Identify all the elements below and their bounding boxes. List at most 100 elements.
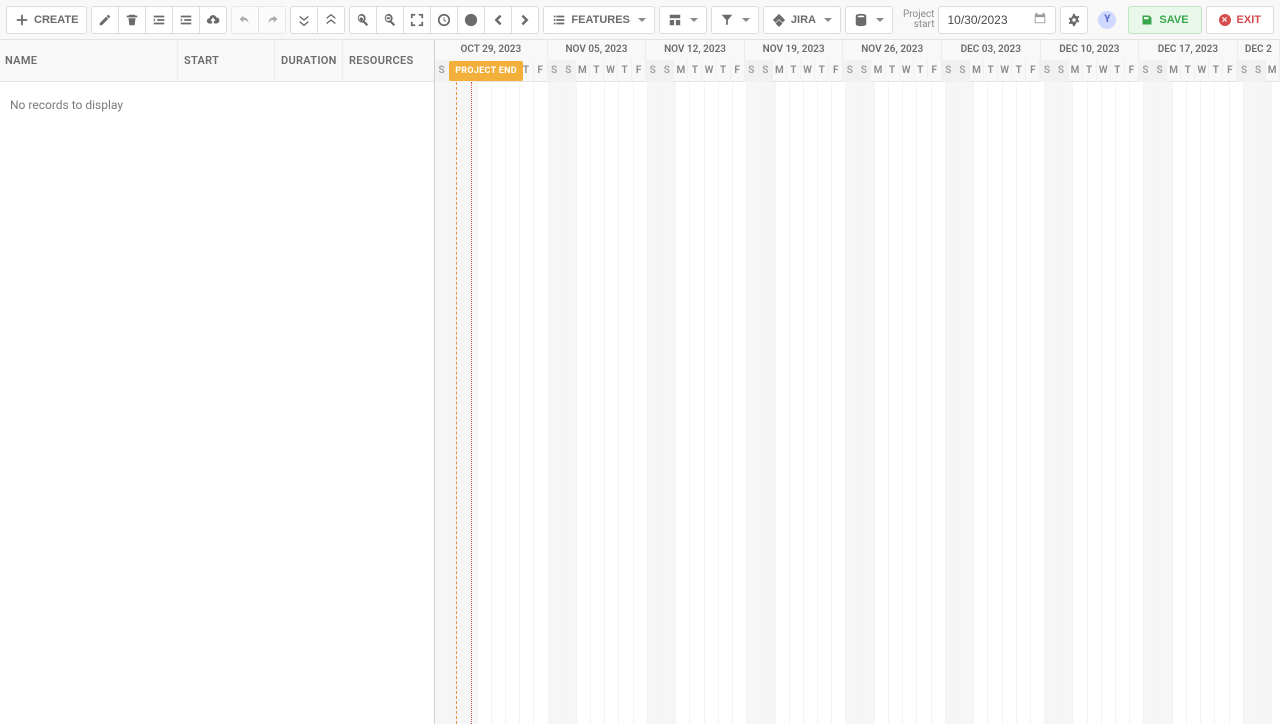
timeline-day-column: [903, 82, 917, 724]
timeline-day-column: [988, 82, 1002, 724]
expand-group: [290, 6, 345, 34]
timeline-body[interactable]: [435, 82, 1280, 724]
exit-button[interactable]: EXIT: [1206, 6, 1274, 34]
timeline-day-column: [1215, 82, 1229, 724]
calendar-icon: [1033, 11, 1047, 28]
timeline-day-column: [1159, 82, 1173, 724]
gear-icon: [1067, 13, 1081, 27]
zoom-out-icon: [383, 13, 397, 27]
undo-group: [231, 6, 286, 34]
user-badge[interactable]: Y: [1098, 11, 1116, 29]
day-header: T: [1181, 60, 1195, 82]
project-end-badge: PROJECT END: [449, 61, 523, 81]
timeline-day-column: [776, 82, 790, 724]
filter-dropdown[interactable]: [711, 6, 759, 34]
export-button[interactable]: [199, 6, 227, 34]
undo-button[interactable]: [231, 6, 259, 34]
settings-button[interactable]: [1060, 6, 1088, 34]
delete-button[interactable]: [118, 6, 146, 34]
timeline-panel[interactable]: OCT 29, 2023NOV 05, 2023NOV 12, 2023NOV …: [435, 40, 1280, 724]
chevron-down-icon: [690, 18, 698, 22]
timeline-day-column: [634, 82, 648, 724]
timeline-day-column: [818, 82, 832, 724]
storage-dropdown[interactable]: [845, 6, 893, 34]
day-header: T: [618, 60, 632, 82]
trash-icon: [125, 13, 139, 27]
next-button[interactable]: [511, 6, 539, 34]
column-duration[interactable]: DURATION: [275, 40, 343, 81]
day-header: S: [759, 60, 773, 82]
project-start-date-field[interactable]: [938, 6, 1056, 34]
day-header: T: [1012, 60, 1026, 82]
zoom-fit-button[interactable]: [403, 6, 431, 34]
day-header: F: [1223, 60, 1237, 82]
chevron-left-icon: [491, 13, 505, 27]
double-chevron-up-icon: [324, 13, 338, 27]
timeline-day-column: [1272, 82, 1280, 724]
grid-empty-message: No records to display: [0, 82, 434, 128]
timeline-day-column: [662, 82, 676, 724]
timeline-day-column: [875, 82, 889, 724]
day-header: W: [1195, 60, 1209, 82]
expand-all-button[interactable]: [290, 6, 318, 34]
day-header: S: [548, 60, 562, 82]
day-header: W: [801, 60, 815, 82]
jira-icon: [772, 13, 786, 27]
zoom-out-button[interactable]: [376, 6, 404, 34]
day-header: T: [914, 60, 928, 82]
timeline-day-column: [1144, 82, 1158, 724]
pencil-icon: [98, 13, 112, 27]
add-milestone-button[interactable]: [457, 6, 485, 34]
timeline-day-column: [974, 82, 988, 724]
timeline-day-column: [917, 82, 931, 724]
timeline-day-column: [790, 82, 804, 724]
chevron-down-icon: [638, 18, 646, 22]
timeline-day-column: [932, 82, 946, 724]
day-header: S: [857, 60, 871, 82]
week-header: DEC 03, 2023: [942, 40, 1041, 60]
features-dropdown[interactable]: FEATURES: [543, 6, 654, 34]
indent-button[interactable]: [172, 6, 200, 34]
edit-button[interactable]: [91, 6, 119, 34]
day-header: T: [688, 60, 702, 82]
redo-button[interactable]: [258, 6, 286, 34]
database-icon: [854, 13, 868, 27]
project-start-label: Project start: [903, 10, 935, 30]
project-start-input[interactable]: [947, 13, 1025, 27]
prev-button[interactable]: [484, 6, 512, 34]
timeline-day-column: [846, 82, 860, 724]
day-header: M: [773, 60, 787, 82]
day-header: W: [1097, 60, 1111, 82]
day-header: T: [590, 60, 604, 82]
day-header: S: [1237, 60, 1251, 82]
save-button[interactable]: SAVE: [1128, 6, 1201, 34]
timeline-day-column: [889, 82, 903, 724]
features-label: FEATURES: [571, 14, 629, 26]
collapse-all-button[interactable]: [317, 6, 345, 34]
zoom-in-button[interactable]: [349, 6, 377, 34]
column-start[interactable]: START: [178, 40, 275, 81]
goto-today-button[interactable]: [430, 6, 458, 34]
timeline-day-column: [761, 82, 775, 724]
jira-dropdown[interactable]: JIRA: [763, 6, 841, 34]
timeline-day-column: [1130, 82, 1144, 724]
timeline-day-column: [676, 82, 690, 724]
timeline-day-column: [577, 82, 591, 724]
day-header: F: [1125, 60, 1139, 82]
filter-icon: [720, 13, 734, 27]
outdent-button[interactable]: [145, 6, 173, 34]
fit-icon: [410, 13, 424, 27]
column-name[interactable]: NAME: [0, 40, 178, 81]
create-button[interactable]: CREATE: [6, 6, 87, 34]
column-resources[interactable]: RESOURCES: [343, 40, 434, 81]
day-header: S: [562, 60, 576, 82]
day-header: F: [829, 60, 843, 82]
timeline-day-column: [549, 82, 563, 724]
day-header: M: [1069, 60, 1083, 82]
save-icon: [1141, 14, 1153, 26]
timeline-day-column: [619, 82, 633, 724]
timeline-day-column: [478, 82, 492, 724]
create-label: CREATE: [34, 14, 78, 26]
layout-dropdown[interactable]: [659, 6, 707, 34]
project-end-marker-line: [471, 82, 472, 724]
